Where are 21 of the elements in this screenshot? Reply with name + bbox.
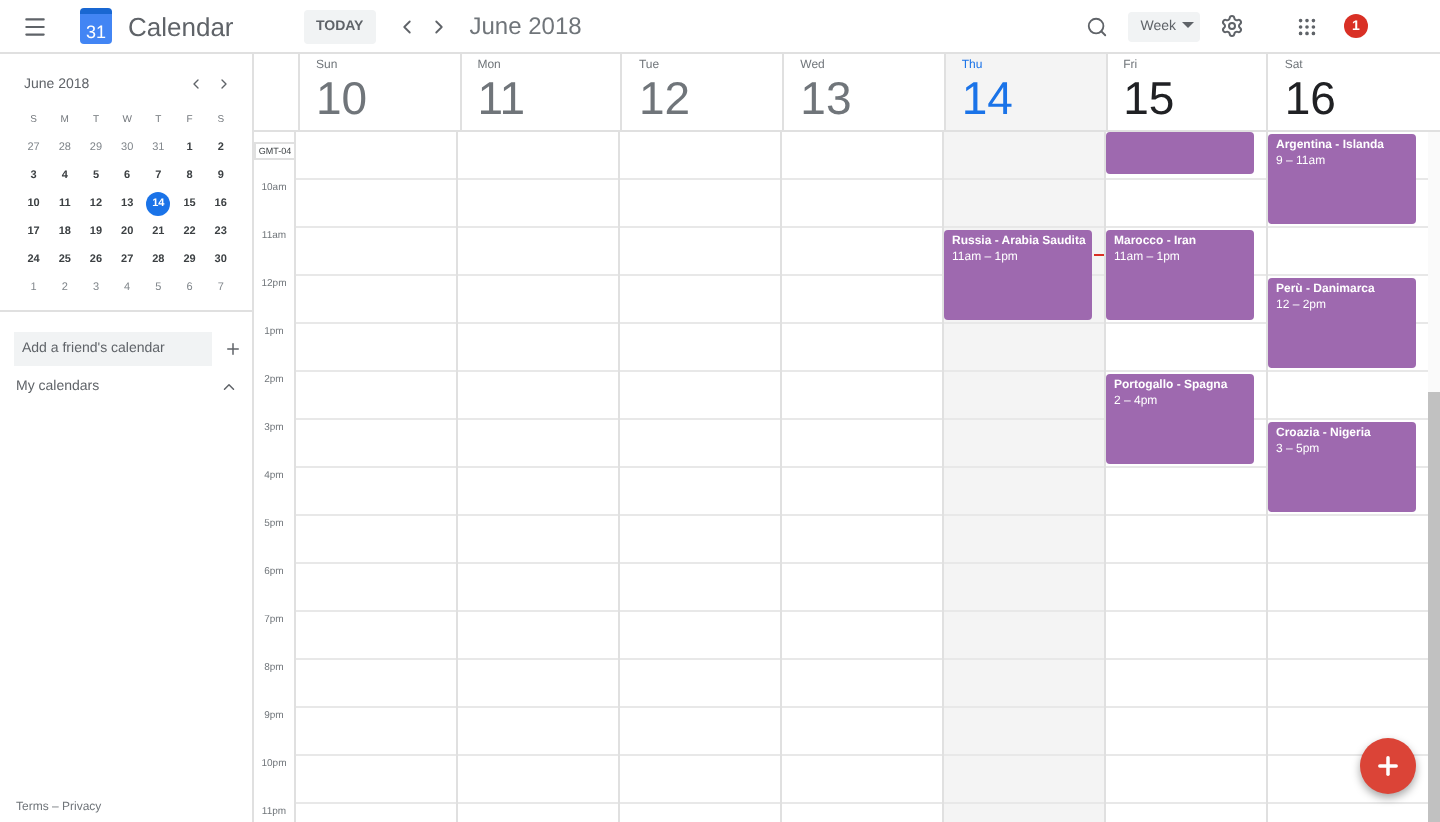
- collapse-icon[interactable]: [220, 378, 238, 396]
- menu-icon[interactable]: [22, 13, 48, 39]
- period-title: June 2018: [469, 12, 582, 40]
- day-number[interactable]: 14: [961, 72, 1013, 124]
- day-number[interactable]: 10: [316, 72, 368, 124]
- app-title: Calendar: [128, 11, 236, 41]
- day-number[interactable]: 11: [477, 72, 526, 124]
- scrollbar[interactable]: [1428, 132, 1440, 822]
- dropdown-caret-icon: [1182, 22, 1194, 30]
- search-icon[interactable]: [1086, 15, 1109, 37]
- add-icon[interactable]: [224, 340, 242, 358]
- day-number[interactable]: 15: [1123, 72, 1175, 124]
- settings-icon[interactable]: [1220, 14, 1244, 38]
- apps-grid-icon[interactable]: [1296, 15, 1318, 37]
- previous-month-icon[interactable]: [188, 76, 204, 92]
- next-month-icon[interactable]: [216, 76, 232, 92]
- day-number[interactable]: 13: [800, 72, 852, 124]
- plus-icon: [1374, 752, 1402, 780]
- day-number[interactable]: 12: [638, 72, 691, 124]
- day-number[interactable]: 16: [1284, 72, 1336, 124]
- calendar-logo: 31: [80, 8, 112, 44]
